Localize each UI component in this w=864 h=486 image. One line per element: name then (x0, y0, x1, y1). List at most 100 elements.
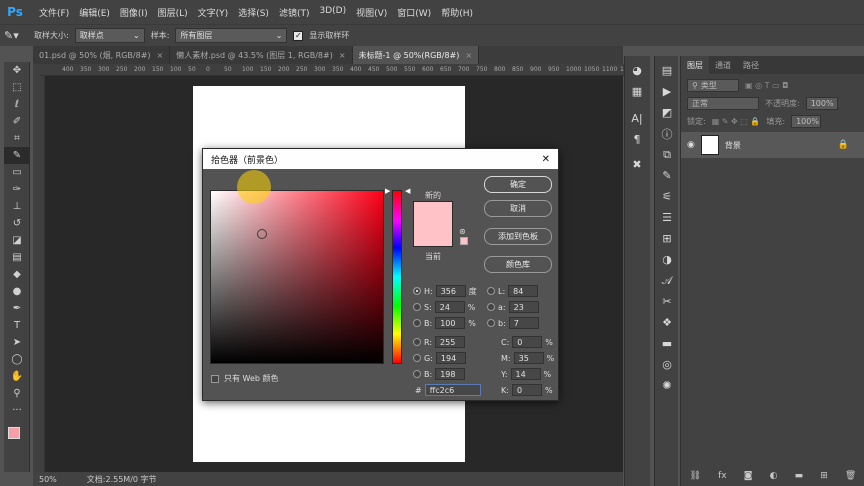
hex-input[interactable]: ffc2c6 (424, 384, 481, 396)
sliders-icon[interactable]: ☰ (655, 207, 679, 228)
hue-slider[interactable] (392, 190, 402, 364)
new-layer-icon[interactable]: ⊞ (820, 471, 828, 481)
cyan-input[interactable]: 0 (512, 336, 543, 348)
eyedropper-tool-preset-icon[interactable]: ✎▾ (4, 29, 28, 42)
cube-icon[interactable]: ⊛ (459, 227, 466, 236)
trash-icon[interactable]: 🗑 (845, 471, 856, 481)
yellow-input[interactable]: 14 (510, 368, 541, 380)
glyphs-icon[interactable]: 𝒜 (655, 270, 679, 291)
menu-3d[interactable]: 3D(D) (314, 6, 351, 19)
info-icon[interactable]: ⓘ (655, 123, 679, 144)
timeline-icon[interactable]: ✺ (655, 375, 679, 396)
close-icon[interactable]: ✕ (542, 154, 550, 165)
tab-channels[interactable]: 通道 (709, 56, 737, 74)
folder-icon[interactable]: ▬ (655, 333, 679, 354)
brush-settings-icon[interactable]: ✎ (655, 165, 679, 186)
clone-source-icon[interactable]: ⧉ (655, 144, 679, 165)
hue-input[interactable]: 356 (435, 285, 466, 297)
type-icon[interactable]: T (4, 317, 30, 334)
blue-input[interactable]: 198 (435, 368, 466, 380)
play-icon[interactable]: ▶ (655, 81, 679, 102)
color-swatches[interactable] (4, 419, 29, 455)
character-icon[interactable]: A| (625, 108, 649, 129)
link-icon[interactable]: ⛓ (690, 471, 701, 481)
menu-select[interactable]: 选择(S) (233, 6, 274, 19)
color-icon[interactable]: ◑ (655, 249, 679, 270)
adjustments-icon[interactable]: ⚟ (655, 186, 679, 207)
cancel-button[interactable]: 取消 (484, 200, 552, 217)
lab-b-radio[interactable] (487, 319, 495, 327)
tab-layers[interactable]: 图层 (681, 56, 709, 74)
shape-icon[interactable]: ◯ (4, 351, 30, 368)
menu-file[interactable]: 文件(F) (34, 6, 74, 19)
blur-icon[interactable]: ◆ (4, 266, 30, 283)
dodge-icon[interactable]: ● (4, 283, 30, 300)
magenta-input[interactable]: 35 (513, 352, 544, 364)
more-icon[interactable]: ··· (4, 402, 30, 419)
color-picker-ring[interactable] (257, 229, 267, 239)
red-input[interactable]: 255 (435, 336, 466, 348)
green-radio[interactable] (413, 354, 421, 362)
lock-icons[interactable]: ▦ ✎ ✥ ⬚ 🔒 (712, 117, 761, 126)
properties-icon[interactable]: ⊞ (655, 228, 679, 249)
crop-icon[interactable]: ⌗ (4, 130, 30, 147)
brightness-input[interactable]: 100 (435, 317, 466, 329)
lab-b-input[interactable]: 7 (508, 317, 539, 329)
sample-select[interactable]: 所有图层 ⌄ (175, 28, 288, 43)
libraries-icon[interactable]: ◎ (655, 354, 679, 375)
history-brush-icon[interactable]: ↺ (4, 215, 30, 232)
menu-edit[interactable]: 编辑(E) (74, 6, 115, 19)
filter-icons[interactable]: ▣ ◎ T ▭ ◘ (745, 81, 788, 90)
menu-filter[interactable]: 滤镜(T) (274, 6, 315, 19)
stamp-icon[interactable]: ⊥ (4, 198, 30, 215)
gradient-icon[interactable]: ▤ (4, 249, 30, 266)
zoom-icon[interactable]: ⚲ (4, 385, 30, 402)
mask-icon[interactable]: ◙ (744, 471, 753, 481)
lab-a-input[interactable]: 23 (508, 301, 539, 313)
tab-doc-lazy[interactable]: 懒人素材.psd @ 43.5% (图层 1, RGB/8#) × (170, 46, 353, 64)
red-radio[interactable] (413, 338, 421, 346)
paragraph-icon[interactable]: ¶ (625, 129, 649, 150)
pen-icon[interactable]: ✒ (4, 300, 30, 317)
healing-icon[interactable]: ▭ (4, 164, 30, 181)
opacity-input[interactable]: 100% (805, 96, 838, 110)
eraser-icon[interactable]: ◪ (4, 232, 30, 249)
history-icon[interactable]: ▤ (655, 60, 679, 81)
lab-l-radio[interactable] (487, 287, 495, 295)
eyedropper-icon[interactable]: ✎ (4, 147, 30, 164)
foreground-color-swatch[interactable] (8, 427, 20, 439)
brush-preset-icon[interactable]: ◩ (655, 102, 679, 123)
zoom-level[interactable]: 50% (39, 475, 57, 484)
grid-icon[interactable]: ▦ (625, 81, 649, 102)
tools-cross-icon[interactable]: ✖ (625, 154, 649, 175)
menu-window[interactable]: 窗口(W) (392, 6, 436, 19)
close-icon[interactable]: × (157, 51, 164, 60)
adjustment-layer-icon[interactable]: ◐ (770, 471, 778, 481)
blue-radio[interactable] (413, 370, 421, 378)
web-safe-swatch[interactable] (460, 237, 468, 245)
lab-l-input[interactable]: 84 (508, 285, 539, 297)
palette-icon[interactable]: ◕ (625, 60, 649, 81)
menu-image[interactable]: 图像(I) (115, 6, 153, 19)
web-only-checkbox[interactable] (211, 374, 219, 383)
black-input[interactable]: 0 (511, 384, 542, 396)
eye-icon[interactable]: ◉ (687, 140, 695, 150)
add-to-swatches-button[interactable]: 添加到色板 (484, 228, 552, 245)
brightness-radio[interactable] (413, 319, 421, 327)
saturation-radio[interactable] (413, 303, 421, 311)
new-current-color-swatch[interactable] (413, 201, 453, 247)
tab-paths[interactable]: 路径 (737, 56, 765, 74)
3d-icon[interactable]: ❖ (655, 312, 679, 333)
path-select-icon[interactable]: ➤ (4, 334, 30, 351)
group-icon[interactable]: ▬ (795, 471, 804, 481)
move-icon[interactable]: ✥ (4, 62, 30, 79)
tool-presets-icon[interactable]: ✂ (655, 291, 679, 312)
quick-select-icon[interactable]: ✐ (4, 113, 30, 130)
hand-icon[interactable]: ✋ (4, 368, 30, 385)
menu-view[interactable]: 视图(V) (351, 6, 392, 19)
layer-row-background[interactable]: ◉ 背景 🔒 (681, 132, 864, 158)
saturation-brightness-field[interactable] (210, 190, 384, 364)
saturation-input[interactable]: 24 (434, 301, 465, 313)
lab-a-radio[interactable] (487, 303, 495, 311)
menu-type[interactable]: 文字(Y) (193, 6, 234, 19)
